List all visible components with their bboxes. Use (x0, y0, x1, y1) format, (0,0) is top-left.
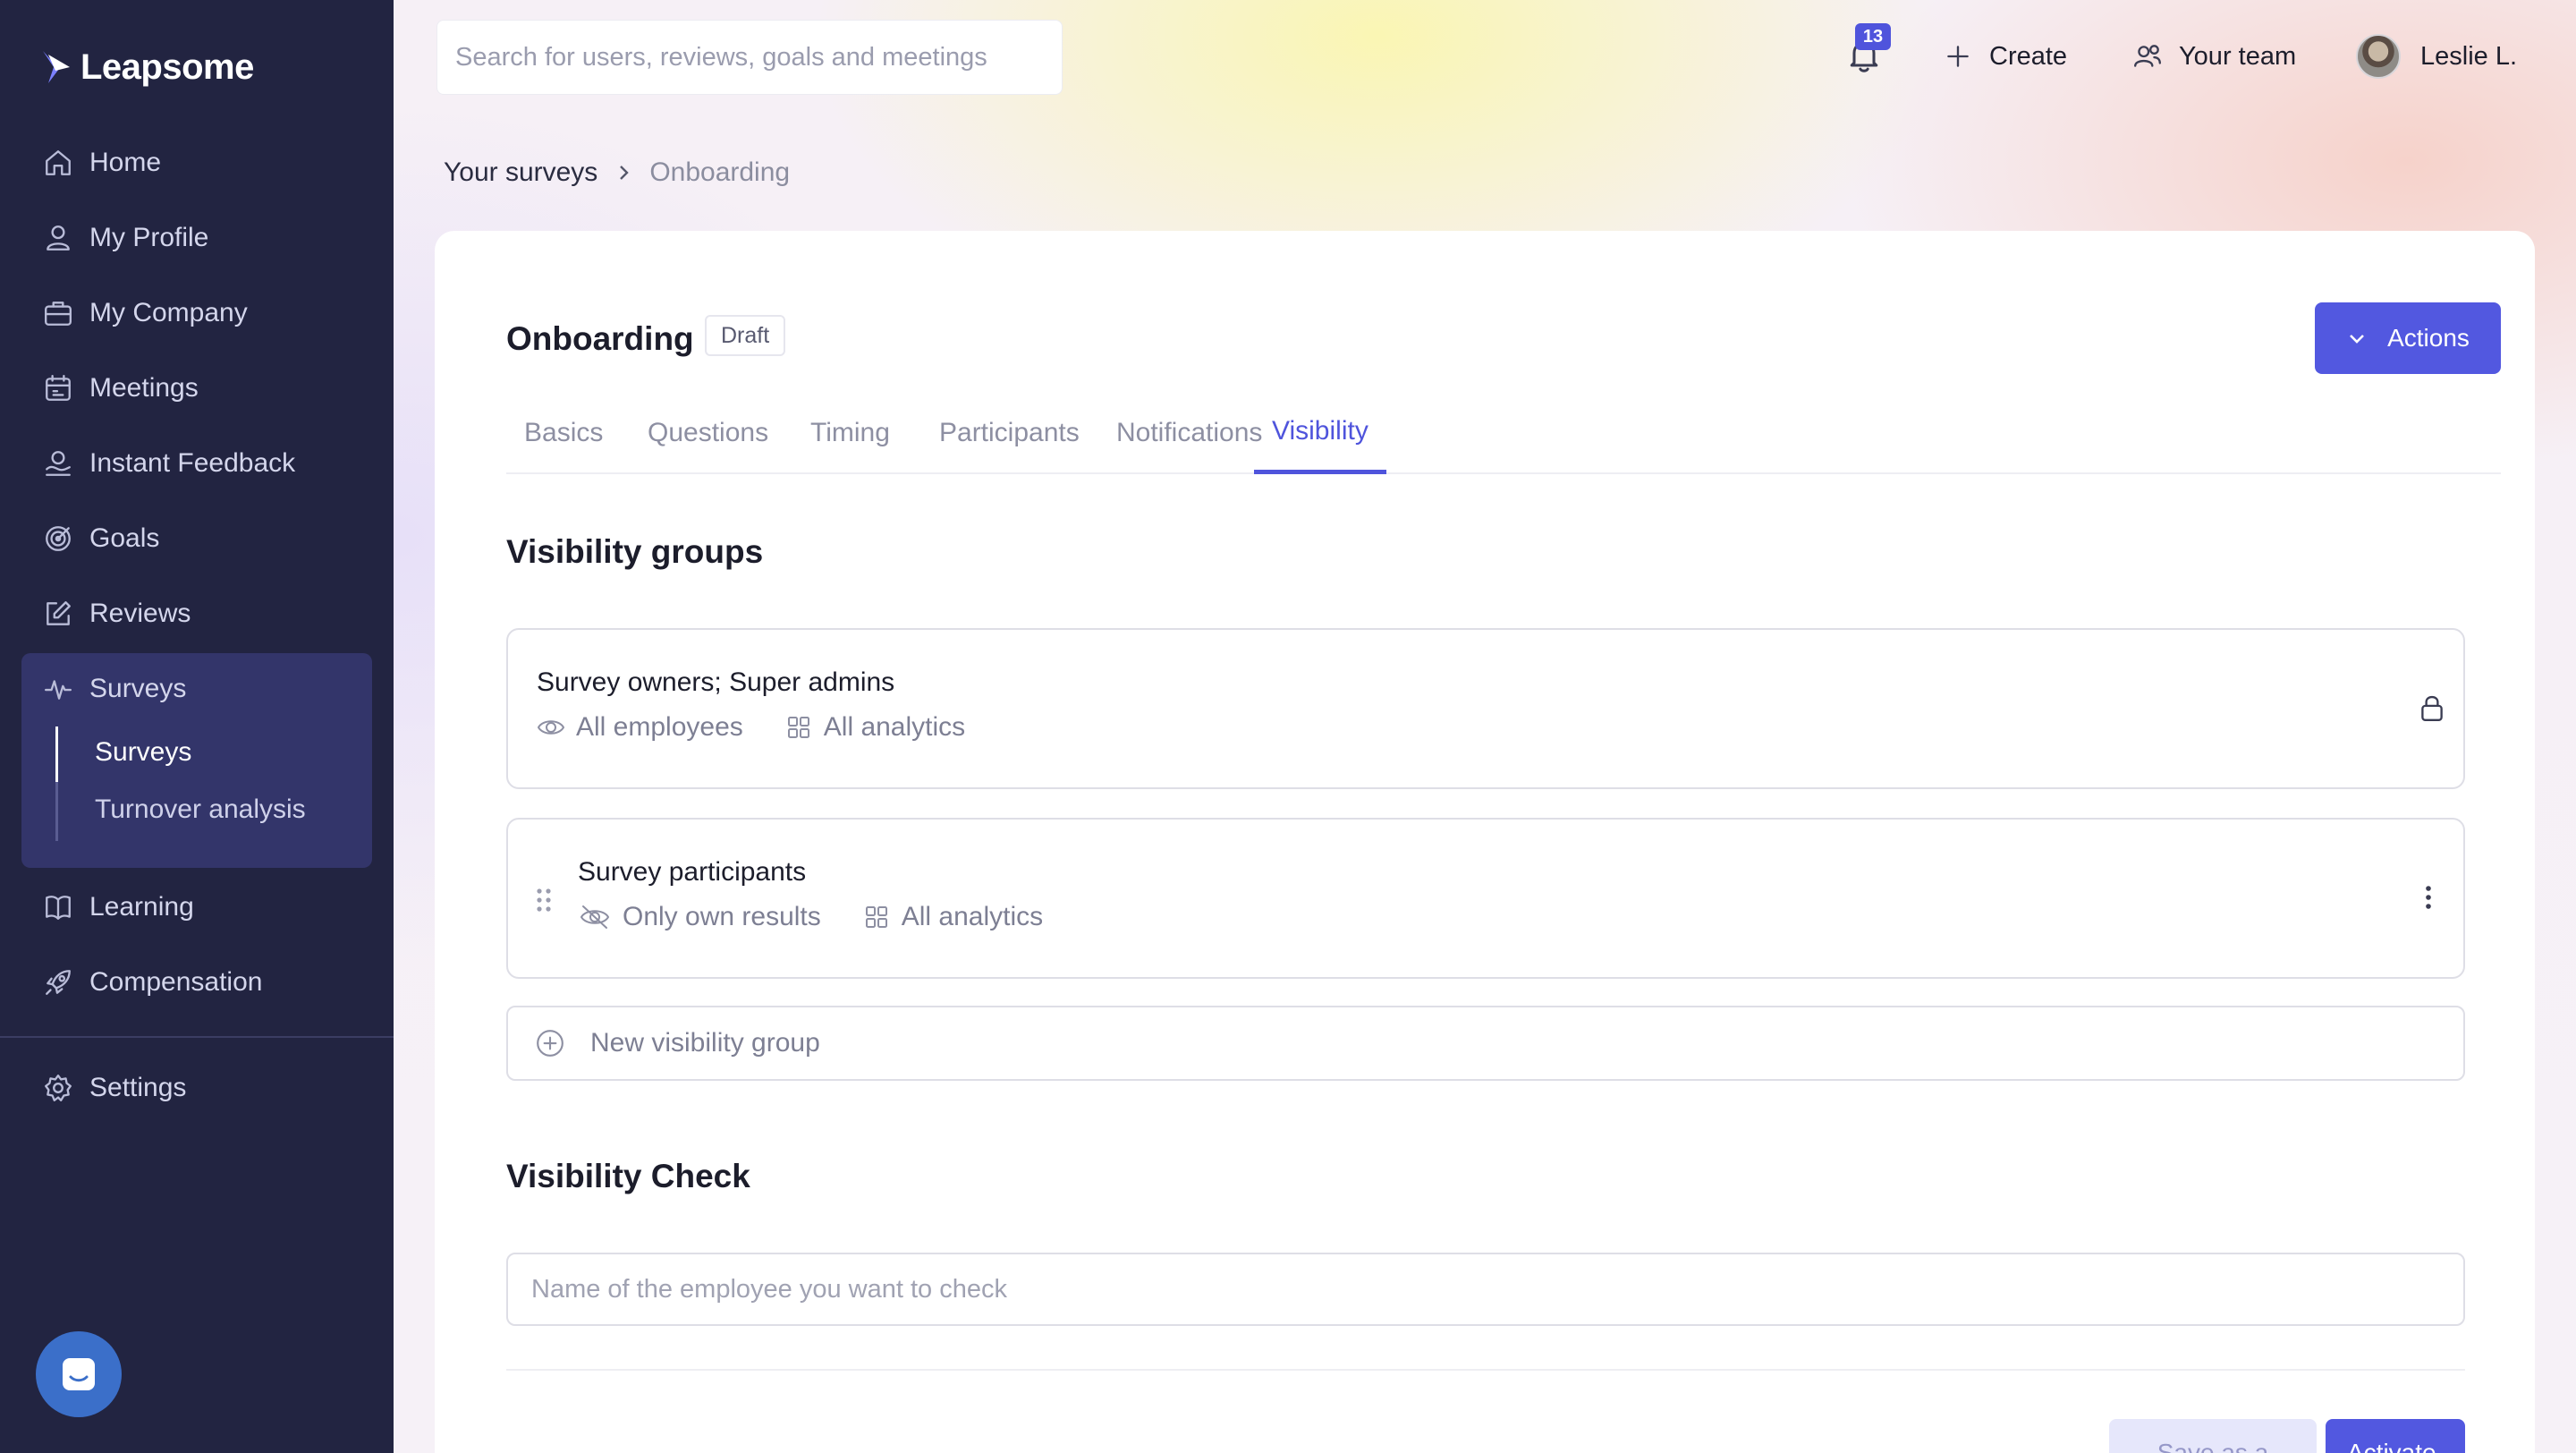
breadcrumb-your-surveys[interactable]: Your surveys (444, 157, 597, 188)
nav-item-reviews[interactable]: Reviews (43, 589, 191, 639)
tab-visibility[interactable]: Visibility (1254, 392, 1386, 474)
new-visibility-group-label: New visibility group (590, 1028, 820, 1058)
survey-card: Onboarding Draft Actions Basics Question… (435, 231, 2535, 1453)
chevron-right-icon (620, 166, 630, 180)
global-search-input[interactable] (436, 20, 1063, 95)
nav-item-settings[interactable]: Settings (43, 1063, 186, 1113)
nav-label: Reviews (89, 599, 191, 628)
submenu-active-indicator (55, 726, 58, 782)
grid-icon (787, 717, 809, 738)
your-team-label: Your team (2179, 41, 2297, 71)
tab-participants[interactable]: Participants (921, 392, 1097, 474)
new-visibility-group-button[interactable]: New visibility group (506, 1006, 2465, 1081)
analytics-label: All analytics (823, 712, 966, 742)
survey-tabs: Basics Questions Timing Participants Not… (506, 392, 2501, 474)
chat-icon (63, 1358, 95, 1390)
actions-label: Actions (2387, 324, 2470, 352)
nav-item-home[interactable]: Home (43, 138, 161, 188)
nav-item-learning[interactable]: Learning (43, 882, 194, 932)
more-options-icon[interactable] (2413, 882, 2444, 913)
grid-icon (865, 906, 887, 928)
nav-item-my-profile[interactable]: My Profile (43, 213, 208, 263)
nav-item-goals[interactable]: Goals (43, 514, 159, 564)
avatar (2356, 34, 2401, 79)
visibility-group-card[interactable]: Survey participants Only own results All… (506, 818, 2465, 979)
sidebar: Leapsome Home My Profile My Company Meet… (0, 0, 394, 1453)
nav-label: Learning (89, 892, 194, 922)
nav-label: Surveys (89, 674, 187, 703)
book-icon (46, 896, 71, 920)
edit-icon (47, 601, 71, 625)
tab-notifications[interactable]: Notifications (1098, 392, 1280, 474)
status-badge: Draft (705, 315, 786, 356)
breadcrumb-current: Onboarding (649, 157, 791, 187)
nav-label: Instant Feedback (89, 448, 296, 478)
employee-check-input[interactable] (506, 1253, 2465, 1326)
tab-basics[interactable]: Basics (506, 392, 621, 474)
briefcase-icon (45, 302, 72, 326)
create-button[interactable]: Create (1943, 32, 2067, 81)
rocket-icon (46, 970, 71, 995)
scope-label: Only own results (623, 902, 821, 931)
lock-icon (2421, 695, 2443, 721)
nav-item-my-company[interactable]: My Company (43, 288, 248, 338)
breadcrumb: Your surveys Onboarding (444, 157, 790, 188)
nav-label: Home (89, 148, 162, 177)
visibility-check-title: Visibility Check (506, 1158, 750, 1194)
nav-item-instant-feedback[interactable]: Instant Feedback (43, 438, 295, 489)
nav-label: My Profile (89, 223, 209, 252)
visibility-group-name: Survey owners; Super admins (537, 667, 895, 697)
target-icon (46, 526, 71, 551)
subnav-item-surveys[interactable]: Surveys (95, 737, 191, 768)
subnav-item-turnover-analysis[interactable]: Turnover analysis (95, 794, 306, 825)
analytics-label: All analytics (901, 902, 1044, 931)
gear-icon (45, 1075, 72, 1101)
plus-icon (1947, 46, 1969, 67)
nav-item-meetings[interactable]: Meetings (43, 363, 199, 413)
nav-label: Compensation (89, 967, 263, 997)
user-menu[interactable]: Leslie L. (2356, 32, 2517, 81)
actions-button[interactable]: Actions (2315, 302, 2501, 374)
tab-timing[interactable]: Timing (792, 392, 908, 474)
visibility-group-card[interactable]: Survey owners; Super admins All employee… (506, 628, 2465, 789)
nav-label: Goals (89, 523, 160, 553)
support-chat-button[interactable] (36, 1331, 122, 1417)
tab-questions[interactable]: Questions (630, 392, 786, 474)
card-divider (506, 1369, 2465, 1371)
main-area: 13 Create Your team Leslie L. Your surve… (394, 0, 2576, 1453)
visibility-group-name: Survey participants (578, 857, 807, 887)
visibility-groups-title: Visibility groups (506, 533, 764, 570)
home-icon (46, 150, 71, 175)
nav-label: Settings (89, 1073, 187, 1102)
save-draft-button[interactable]: Save as a draft (2109, 1419, 2317, 1453)
chevron-down-icon (2350, 335, 2364, 344)
visibility-group-scope: All employees All analytics (537, 712, 965, 743)
feedback-icon (46, 451, 71, 476)
nav-label: My Company (89, 298, 248, 327)
scope-label: All employees (576, 712, 743, 742)
nav-label: Meetings (89, 373, 199, 403)
leapsome-logo-icon (43, 51, 70, 83)
user-name: Leslie L. (2420, 41, 2518, 71)
your-team-button[interactable]: Your team (2132, 32, 2296, 81)
eye-icon (538, 720, 564, 735)
brand-name: Leapsome (80, 47, 254, 87)
visibility-group-scope: Only own results All analytics (578, 902, 1043, 932)
page-title: Onboarding (506, 320, 694, 357)
plus-circle-icon (537, 1030, 564, 1057)
calendar-icon (46, 375, 71, 401)
create-label: Create (1989, 41, 2068, 71)
sidebar-divider (0, 1036, 394, 1038)
nav-item-compensation[interactable]: Compensation (43, 957, 262, 1007)
team-icon (2134, 45, 2161, 67)
nav-item-surveys[interactable]: Surveys (43, 664, 186, 714)
drag-handle-icon[interactable] (533, 886, 555, 914)
pulse-icon (45, 680, 72, 700)
user-icon (47, 225, 70, 251)
activate-button[interactable]: Activate (2326, 1419, 2465, 1453)
eye-off-icon (580, 905, 609, 929)
notification-count-badge: 13 (1855, 23, 1891, 50)
brand-logo[interactable]: Leapsome (39, 45, 254, 89)
